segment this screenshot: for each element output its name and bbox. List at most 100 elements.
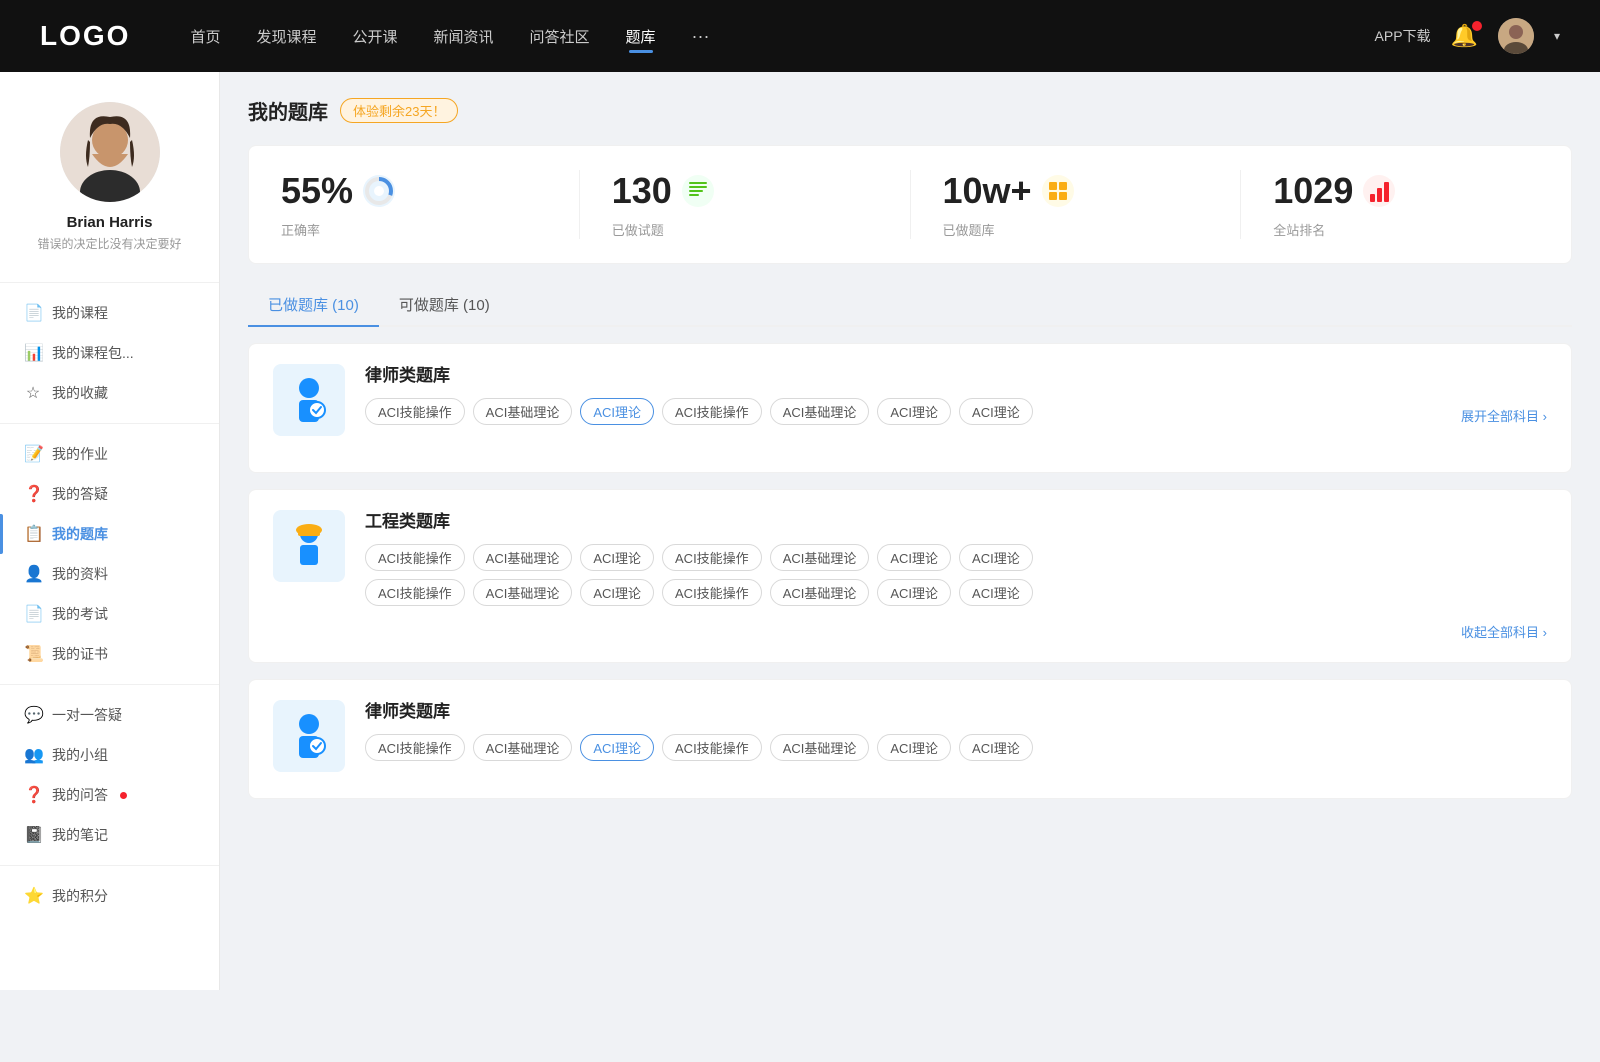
nav-opencourse[interactable]: 公开课 xyxy=(352,26,397,47)
tab-available[interactable]: 可做题库 (10) xyxy=(379,284,510,325)
expand-link-1[interactable]: 展开全部科目 › xyxy=(1461,406,1547,425)
logo[interactable]: LOGO xyxy=(40,20,130,52)
sidebar-item-group[interactable]: 👥 我的小组 xyxy=(0,735,219,775)
app-download-btn[interactable]: APP下载 xyxy=(1375,26,1431,46)
sidebar-profile: Brian Harris 错误的决定比没有决定要好 xyxy=(0,102,219,272)
tag-1-1[interactable]: ACI基础理论 xyxy=(473,398,573,425)
page-header: 我的题库 体验剩余23天！ xyxy=(248,96,1572,125)
page-layout: Brian Harris 错误的决定比没有决定要好 📄 我的课程 📊 我的课程包… xyxy=(0,72,1600,990)
stat-done-banks: 10w+ 已做题库 xyxy=(911,170,1242,239)
tag-3-0[interactable]: ACI技能操作 xyxy=(365,734,465,761)
sidebar-item-exam[interactable]: 📄 我的考试 xyxy=(0,594,219,634)
user-avatar[interactable] xyxy=(1498,18,1534,54)
stat-value-4: 1029 xyxy=(1273,170,1353,212)
tag-3-1[interactable]: ACI基础理论 xyxy=(473,734,573,761)
sidebar-divider-3 xyxy=(0,684,219,685)
stat-icon-4 xyxy=(1363,175,1395,207)
sidebar: Brian Harris 错误的决定比没有决定要好 📄 我的课程 📊 我的课程包… xyxy=(0,72,220,990)
qbank-header-3: 律师类题库 ACI技能操作 ACI基础理论 ACI理论 ACI技能操作 ACI基… xyxy=(273,700,1547,772)
qbank-header-1: 律师类题库 ACI技能操作 ACI基础理论 ACI理论 ACI技能操作 ACI基… xyxy=(273,364,1547,436)
stat-top-2: 130 xyxy=(612,170,714,212)
lawyer-icon-2 xyxy=(283,710,335,762)
qbank-icon-wrap-2 xyxy=(273,510,345,582)
tag-2-5[interactable]: ACI理论 xyxy=(877,544,951,571)
qbank-icon-wrap-1 xyxy=(273,364,345,436)
sidebar-item-certificate[interactable]: 📜 我的证书 xyxy=(0,634,219,674)
stat-icon-3 xyxy=(1042,175,1074,207)
tag-2-3[interactable]: ACI技能操作 xyxy=(662,544,762,571)
notes-icon: 📓 xyxy=(24,825,42,845)
tag-2b-0[interactable]: ACI技能操作 xyxy=(365,579,465,606)
notification-dot xyxy=(1472,21,1482,31)
notification-bell[interactable]: 🔔 xyxy=(1451,23,1478,49)
nav-discover[interactable]: 发现课程 xyxy=(256,26,316,47)
tags-row-3: ACI技能操作 ACI基础理论 ACI理论 ACI技能操作 ACI基础理论 AC… xyxy=(365,734,1547,761)
tutor-icon: 💬 xyxy=(24,705,42,725)
stat-top-1: 55% xyxy=(281,170,395,212)
stat-value-2: 130 xyxy=(612,170,672,212)
tab-done[interactable]: 已做题库 (10) xyxy=(248,284,379,325)
user-chevron[interactable]: ▾ xyxy=(1554,29,1560,43)
sidebar-item-my-qa[interactable]: ❓ 我的问答 xyxy=(0,775,219,815)
tag-3-3[interactable]: ACI技能操作 xyxy=(662,734,762,761)
trial-badge: 体验剩余23天！ xyxy=(340,98,458,123)
tag-1-4[interactable]: ACI基础理论 xyxy=(770,398,870,425)
stat-top-3: 10w+ xyxy=(943,170,1074,212)
qbank-card-lawyer-1: 律师类题库 ACI技能操作 ACI基础理论 ACI理论 ACI技能操作 ACI基… xyxy=(248,343,1572,473)
tag-2-2[interactable]: ACI理论 xyxy=(580,544,654,571)
tags-row-2b: ACI技能操作 ACI基础理论 ACI理论 ACI技能操作 ACI基础理论 AC… xyxy=(365,579,1547,606)
tag-1-6[interactable]: ACI理论 xyxy=(959,398,1033,425)
tag-3-5[interactable]: ACI理论 xyxy=(877,734,951,761)
profile-name: Brian Harris xyxy=(20,214,199,231)
tag-2-0[interactable]: ACI技能操作 xyxy=(365,544,465,571)
tag-1-5[interactable]: ACI理论 xyxy=(877,398,951,425)
sidebar-item-points[interactable]: ⭐ 我的积分 xyxy=(0,876,219,916)
tag-2b-5[interactable]: ACI理论 xyxy=(877,579,951,606)
nav-home[interactable]: 首页 xyxy=(190,26,220,47)
tag-1-3[interactable]: ACI技能操作 xyxy=(662,398,762,425)
sidebar-item-qbank[interactable]: 📋 我的题库 xyxy=(0,514,219,554)
sidebar-item-courses[interactable]: 📄 我的课程 xyxy=(0,293,219,333)
tag-2b-6[interactable]: ACI理论 xyxy=(959,579,1033,606)
nav-qa[interactable]: 问答社区 xyxy=(530,26,590,47)
tag-2-1[interactable]: ACI基础理论 xyxy=(473,544,573,571)
courses-icon: 📄 xyxy=(24,303,42,323)
sidebar-item-qanda[interactable]: ❓ 我的答疑 xyxy=(0,474,219,514)
qanda-icon: ❓ xyxy=(24,484,42,504)
sidebar-item-coursepack[interactable]: 📊 我的课程包... xyxy=(0,333,219,373)
group-icon: 👥 xyxy=(24,745,42,765)
nav-news[interactable]: 新闻资讯 xyxy=(434,26,494,47)
qbank-footer-2: 收起全部科目 › xyxy=(273,622,1547,642)
tag-2b-4[interactable]: ACI基础理论 xyxy=(770,579,870,606)
qbank-info-3: 律师类题库 ACI技能操作 ACI基础理论 ACI理论 ACI技能操作 ACI基… xyxy=(365,700,1547,761)
tag-1-2[interactable]: ACI理论 xyxy=(580,398,654,425)
stat-label-1: 正确率 xyxy=(281,220,320,239)
tag-2b-2[interactable]: ACI理论 xyxy=(580,579,654,606)
tag-3-6[interactable]: ACI理论 xyxy=(959,734,1033,761)
tag-2-6[interactable]: ACI理论 xyxy=(959,544,1033,571)
qbank-name-3: 律师类题库 xyxy=(365,700,1547,724)
sidebar-item-homework[interactable]: 📝 我的作业 xyxy=(0,434,219,474)
qa-badge xyxy=(120,792,127,799)
nav-qbank[interactable]: 题库 xyxy=(626,26,656,47)
sidebar-item-favorites[interactable]: ☆ 我的收藏 xyxy=(0,373,219,413)
stat-label-4: 全站排名 xyxy=(1273,220,1325,239)
collapse-link-2[interactable]: 收起全部科目 › xyxy=(1461,625,1547,640)
nav-menu: 首页 发现课程 公开课 新闻资讯 问答社区 题库 ··· xyxy=(190,26,1374,47)
tags-row-2a: ACI技能操作 ACI基础理论 ACI理论 ACI技能操作 ACI基础理论 AC… xyxy=(365,544,1547,571)
tag-2b-1[interactable]: ACI基础理论 xyxy=(473,579,573,606)
page-title: 我的题库 xyxy=(248,96,328,125)
qbank-card-engineer: 工程类题库 ACI技能操作 ACI基础理论 ACI理论 ACI技能操作 ACI基… xyxy=(248,489,1572,663)
sidebar-item-tutor[interactable]: 💬 一对一答疑 xyxy=(0,695,219,735)
sidebar-item-notes[interactable]: 📓 我的笔记 xyxy=(0,815,219,855)
tag-2-4[interactable]: ACI基础理论 xyxy=(770,544,870,571)
stat-correct-rate: 55% 正确率 xyxy=(249,170,580,239)
nav-more[interactable]: ··· xyxy=(692,26,710,47)
tag-1-0[interactable]: ACI技能操作 xyxy=(365,398,465,425)
sidebar-item-profile[interactable]: 👤 我的资料 xyxy=(0,554,219,594)
tag-2b-3[interactable]: ACI技能操作 xyxy=(662,579,762,606)
homework-icon: 📝 xyxy=(24,444,42,464)
tag-3-2[interactable]: ACI理论 xyxy=(580,734,654,761)
tag-3-4[interactable]: ACI基础理论 xyxy=(770,734,870,761)
qbank-card-lawyer-2: 律师类题库 ACI技能操作 ACI基础理论 ACI理论 ACI技能操作 ACI基… xyxy=(248,679,1572,799)
